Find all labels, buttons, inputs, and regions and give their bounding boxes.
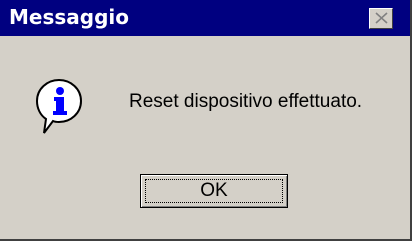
ok-button[interactable]: OK (140, 174, 288, 208)
window-title: Messaggio (9, 5, 129, 29)
info-icon (35, 78, 83, 134)
message-text: Reset dispositivo effettuato. (129, 91, 363, 112)
ok-button-label: OK (200, 180, 228, 201)
title-bar[interactable]: Messaggio (0, 0, 410, 36)
close-icon (375, 12, 388, 24)
message-dialog: Messaggio Reset dispositivo effettuato. … (0, 0, 412, 241)
close-button[interactable] (369, 8, 393, 29)
